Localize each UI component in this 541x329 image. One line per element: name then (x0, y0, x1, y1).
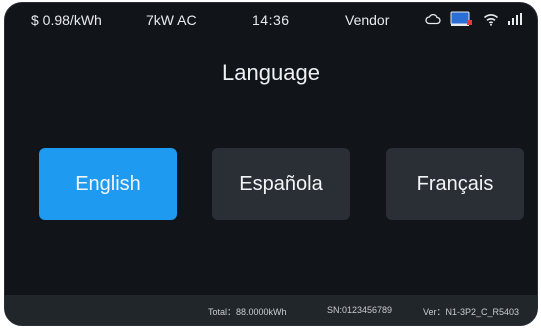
cloud-icon (425, 13, 441, 25)
total-energy: Total：88.0000kWh (208, 307, 287, 317)
language-english-label: English (75, 172, 141, 195)
page-title: Language (222, 60, 320, 85)
language-spanish-button[interactable]: Española (212, 148, 350, 220)
power-label: 7kW AC (146, 12, 197, 28)
footer-bar: Total：88.0000kWh SN:0123456789 Ver：N1-3P… (5, 295, 537, 325)
device-screen: $ 0.98/kWh 7kW AC 14:36 Vendor Language … (4, 2, 538, 326)
language-spanish-label: Española (239, 172, 323, 195)
signal-icon (508, 13, 522, 25)
clock: 14:36 (252, 12, 290, 28)
language-french-button[interactable]: Français (386, 148, 524, 220)
status-bar: $ 0.98/kWh 7kW AC 14:36 Vendor (5, 3, 537, 37)
vendor-label: Vendor (345, 12, 390, 28)
firmware-version: Ver：N1-3P2_C_R5403 (423, 307, 520, 317)
wifi-icon (483, 13, 499, 26)
serial-number: SN:0123456789 (327, 305, 393, 315)
language-english-button[interactable]: English (39, 148, 177, 220)
price-label: $ 0.98/kWh (31, 12, 102, 28)
language-french-label: Français (416, 172, 494, 195)
screen-alert-icon (450, 11, 474, 27)
status-icons (425, 11, 522, 27)
